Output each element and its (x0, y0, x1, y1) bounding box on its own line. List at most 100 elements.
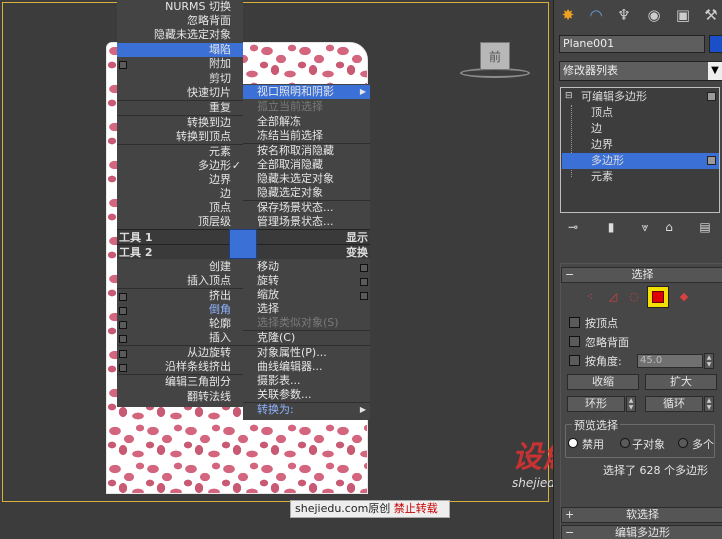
stack-sub-element[interactable]: 元素 (591, 169, 613, 185)
menu-item-settings-box[interactable] (119, 321, 127, 329)
object-name-field[interactable]: Plane001 (559, 35, 705, 53)
menu-item-convert-to-vertex[interactable]: 转换到顶点 (176, 130, 231, 144)
preview-off-radio[interactable] (568, 438, 578, 448)
menu-item-dope-sheet[interactable]: 摄影表... (257, 374, 301, 388)
viewcube[interactable]: 前 (458, 40, 532, 80)
viewcube-front-face[interactable]: 前 (480, 42, 510, 70)
menu-item-extrude[interactable]: 挤出 (209, 289, 231, 303)
collapse-icon[interactable]: ⊟ (565, 91, 573, 101)
menu-item-select[interactable]: 选择 (257, 302, 279, 316)
menu-item-hide-selection[interactable]: 隐藏选定对象 (257, 186, 323, 200)
menu-item-insert-vertex[interactable]: 插入顶点 (187, 274, 231, 288)
menu-item-settings-box[interactable] (119, 364, 127, 372)
menu-item-attach[interactable]: 附加 (209, 57, 231, 71)
stack-sub-edge[interactable]: 边 (591, 121, 602, 137)
vertex-mode-icon[interactable]: ⁖ (581, 289, 599, 305)
loop-spinner[interactable]: ▲ ▼ (704, 396, 714, 412)
menu-item-border[interactable]: 边界 (209, 173, 231, 187)
menu-item-settings-box[interactable] (360, 292, 368, 300)
rollout-header-selection[interactable]: − 选择 (561, 267, 722, 283)
stack-sub-polygon[interactable]: 多边形 (591, 153, 624, 169)
menu-item-hide-unselected[interactable]: 隐藏未选定对象 (154, 28, 231, 42)
modify-icon[interactable]: ◠ (584, 3, 608, 27)
grow-button[interactable]: 扩大 (645, 374, 717, 390)
remove-modifier-icon[interactable]: ⌂ (660, 220, 678, 236)
make-unique-icon[interactable]: ⩔ (636, 220, 654, 236)
menu-item-top-level[interactable]: 顶层级 (198, 215, 231, 229)
menu-item-unhide-all[interactable]: 全部取消隐藏 (257, 158, 323, 172)
configure-sets-icon[interactable]: ▤ (696, 220, 714, 236)
menu-item-settings-box[interactable] (360, 264, 368, 272)
menu-item-polygon[interactable]: 多边形 (198, 159, 231, 173)
menu-item-hinge-from-edge[interactable]: 从边旋转 (187, 346, 231, 360)
menu-item-ignore-backfacing[interactable]: 忽略背面 (187, 14, 231, 28)
rollout-header-edit-polygons[interactable]: − 编辑多边形 (561, 525, 722, 539)
angle-spinner[interactable]: ▲ ▼ (704, 353, 714, 369)
menu-item-viewport-lighting[interactable]: 视口照明和阴影 (257, 85, 334, 99)
preview-subobject-radio[interactable] (620, 438, 630, 448)
menu-item-inset[interactable]: 插入 (209, 331, 231, 345)
ring-button[interactable]: 环形 (567, 396, 625, 412)
menu-item-rotate[interactable]: 旋转 (257, 274, 279, 288)
utilities-icon[interactable]: ⚒ (699, 3, 722, 27)
menu-item-repeat[interactable]: 重复 (209, 101, 231, 115)
polygon-mode-icon[interactable] (647, 286, 669, 308)
loop-button[interactable]: 循环 (645, 396, 703, 412)
modifier-list-dropdown[interactable]: 修改器列表 ▼ (559, 61, 722, 81)
menu-item-object-properties[interactable]: 对象属性(P)... (257, 346, 327, 360)
menu-item-scale[interactable]: 缩放 (257, 288, 279, 302)
menu-item-wire-parameters[interactable]: 关联参数... (257, 388, 312, 402)
ring-spinner[interactable]: ▲ ▼ (626, 396, 636, 412)
border-mode-icon[interactable]: ◌ (625, 289, 643, 305)
menu-item-unfreeze-all[interactable]: 全部解冻 (257, 115, 301, 129)
angle-value-field[interactable]: 45.0 (637, 354, 703, 368)
menu-item-settings-box[interactable] (119, 61, 127, 69)
menu-item-outline[interactable]: 轮廓 (209, 317, 231, 331)
menu-item-clone[interactable]: 克隆(C) (257, 331, 295, 345)
menu-item-create[interactable]: 创建 (209, 260, 231, 274)
menu-item-manage-scene-states[interactable]: 管理场景状态... (257, 215, 334, 229)
by-vertex-checkbox[interactable] (569, 317, 580, 328)
by-angle-checkbox[interactable] (569, 355, 580, 366)
ignore-backfacing-checkbox[interactable] (569, 336, 580, 347)
menu-item-cut[interactable]: 剪切 (209, 72, 231, 86)
quad-center-square[interactable] (229, 229, 257, 259)
menu-item-element[interactable]: 元素 (209, 145, 231, 159)
menu-item-edge[interactable]: 边 (220, 187, 231, 201)
menu-item-extrude-along-spline[interactable]: 沿样条线挤出 (165, 360, 231, 374)
menu-item-hide-unselected-2[interactable]: 隐藏未选定对象 (257, 172, 334, 186)
menu-item-settings-box[interactable] (360, 278, 368, 286)
menu-item-collapse[interactable]: 塌陷 (209, 43, 231, 57)
menu-item-flip-normals[interactable]: 翻转法线 (187, 390, 231, 404)
rollout-header-soft-selection[interactable]: + 软选择 (561, 507, 722, 523)
menu-item-move[interactable]: 移动 (257, 260, 279, 274)
menu-item-quickslice[interactable]: 快速切片 (187, 86, 231, 100)
hierarchy-icon[interactable]: ♆ (612, 3, 636, 27)
shrink-button[interactable]: 收缩 (567, 374, 639, 390)
menu-item-settings-box[interactable] (119, 293, 127, 301)
preview-multi-radio[interactable] (678, 438, 688, 448)
menu-item-settings-box[interactable] (119, 335, 127, 343)
menu-item-settings-box[interactable] (119, 307, 127, 315)
menu-item-save-scene-state[interactable]: 保存场景状态... (257, 201, 334, 215)
menu-item-freeze-selection[interactable]: 冻结当前选择 (257, 129, 323, 143)
display-icon[interactable]: ▣ (671, 3, 695, 27)
menu-item-nurms-toggle[interactable]: NURMS 切换 (165, 0, 231, 14)
menu-item-convert-to-edge[interactable]: 转换到边 (187, 116, 231, 130)
chevron-down-icon[interactable]: ▼ (708, 62, 722, 80)
edge-mode-icon[interactable]: ◿ (604, 289, 622, 305)
object-color-swatch[interactable] (709, 35, 722, 53)
menu-item-bevel[interactable]: 倒角 (209, 303, 231, 317)
menu-item-settings-box[interactable] (119, 350, 127, 358)
create-icon[interactable]: ✸ (556, 3, 580, 27)
menu-item-edit-triangulation[interactable]: 编辑三角剖分 (165, 375, 231, 389)
menu-item-curve-editor[interactable]: 曲线编辑器... (257, 360, 323, 374)
stack-sub-border[interactable]: 边界 (591, 137, 613, 153)
stack-sub-vertex[interactable]: 顶点 (591, 105, 613, 121)
motion-icon[interactable]: ◉ (642, 3, 666, 27)
pin-stack-icon[interactable]: ⊸ (564, 220, 582, 236)
menu-item-unhide-by-name[interactable]: 按名称取消隐藏 (257, 144, 334, 158)
menu-item-vertex[interactable]: 顶点 (209, 201, 231, 215)
stack-root-item[interactable]: 可编辑多边形 (581, 89, 647, 105)
menu-item-convert-to[interactable]: 转换为: (257, 403, 294, 417)
